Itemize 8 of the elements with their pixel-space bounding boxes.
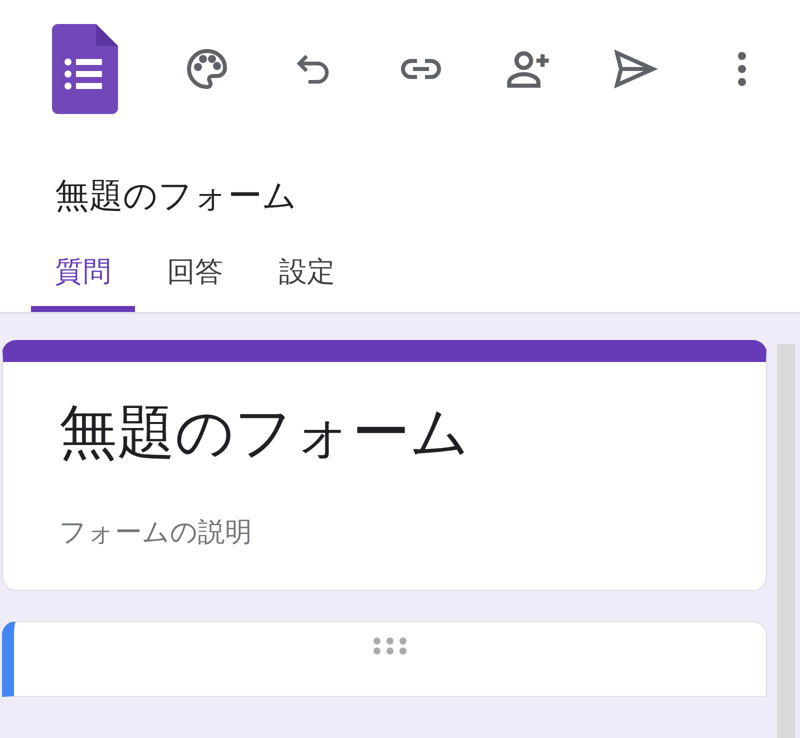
form-title: 無題のフォーム	[59, 397, 470, 468]
tab[interactable]: 設定	[255, 250, 359, 312]
tab[interactable]: 回答	[143, 250, 247, 312]
forms-logo-icon	[52, 24, 118, 114]
drag-handle-icon[interactable]	[372, 636, 408, 656]
form-name: 無題のフォーム	[54, 175, 298, 218]
form-description[interactable]: フォームの説明	[59, 514, 766, 550]
scrollbar[interactable]	[777, 344, 795, 738]
